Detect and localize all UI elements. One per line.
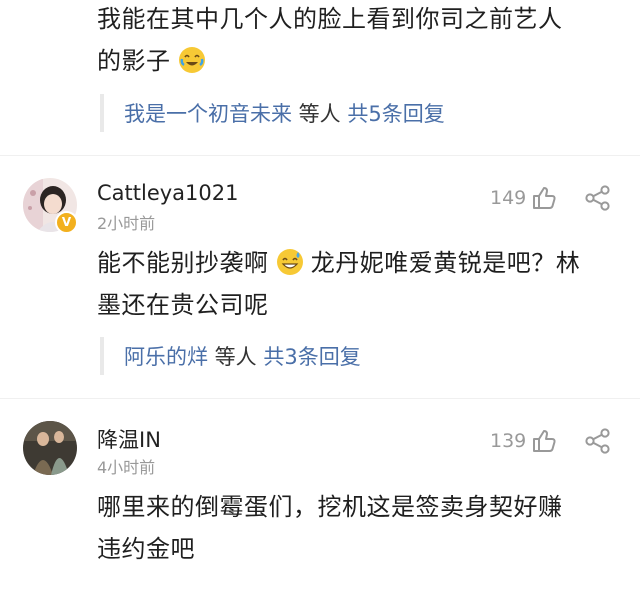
reply-middle-text: 等人: [292, 102, 348, 126]
comment-2-line-1a: 能不能别抄袭啊: [97, 249, 269, 277]
thumbs-up-icon[interactable]: [531, 428, 557, 458]
comment-3-like-count: 139: [490, 430, 527, 452]
reply-summary-line: 我是一个初音未来 等人 共5条回复: [124, 98, 445, 128]
comment-2-line-2: 墨还在贵公司呢: [97, 291, 269, 319]
cut-off-reply-summary: [120, 583, 640, 591]
comment-1-line-2-text: 的影子: [97, 47, 171, 75]
reply-count-link[interactable]: 共3条回复: [263, 345, 360, 369]
comment-2-text: 能不能别抄袭啊 龙丹妮唯爱黄锐是吧？林 墨还在贵公司呢: [97, 244, 580, 324]
comment-2-line-1: 能不能别抄袭啊 龙丹妮唯爱黄锐是吧？林: [97, 244, 580, 282]
comment-3-line-2: 违约金吧: [97, 535, 195, 563]
divider: [0, 155, 640, 156]
comment-1-line-2: 的影子: [97, 42, 563, 80]
reply-middle-text: 等人: [208, 345, 264, 369]
reply-summary-line: 阿乐的烊 等人 共3条回复: [124, 341, 361, 371]
thumbs-up-icon[interactable]: [531, 185, 557, 215]
comment-3-line-1: 哪里来的倒霉蛋们，挖机这是签卖身契好赚: [97, 493, 563, 521]
comment-1-text: 我能在其中几个人的脸上看到你司之前艺人 的影子: [97, 0, 563, 80]
comment-3-username[interactable]: 降温IN: [97, 424, 161, 454]
comment-1-line-1: 我能在其中几个人的脸上看到你司之前艺人: [97, 5, 563, 33]
reply-user-link[interactable]: 阿乐的烊: [124, 345, 208, 369]
reply-user-link[interactable]: 我是一个初音未来: [124, 102, 292, 126]
comment-2-like-count: 149: [490, 187, 527, 209]
avatar[interactable]: [23, 421, 77, 475]
sweat-smile-emoji-icon: [276, 249, 303, 275]
verified-badge-icon: V: [55, 211, 78, 234]
comment-3-text: 哪里来的倒霉蛋们，挖机这是签卖身契好赚 违约金吧: [97, 488, 563, 568]
comment-3-time: 4小时前: [97, 458, 156, 477]
comment-2-username[interactable]: Cattleya1021: [97, 181, 239, 205]
comment-2-time: 2小时前: [97, 214, 156, 233]
share-icon[interactable]: [584, 185, 612, 215]
comment-2-reply-summary[interactable]: 阿乐的烊 等人 共3条回复: [100, 337, 640, 375]
divider: [0, 398, 640, 399]
laughing-crying-emoji-icon: [178, 47, 205, 73]
reply-count-link[interactable]: 共5条回复: [347, 102, 444, 126]
share-icon[interactable]: [584, 428, 612, 458]
comment-2-line-1b: 龙丹妮唯爱黄锐是吧？林: [310, 249, 581, 277]
comment-1-reply-summary[interactable]: 我是一个初音未来 等人 共5条回复: [100, 94, 640, 132]
